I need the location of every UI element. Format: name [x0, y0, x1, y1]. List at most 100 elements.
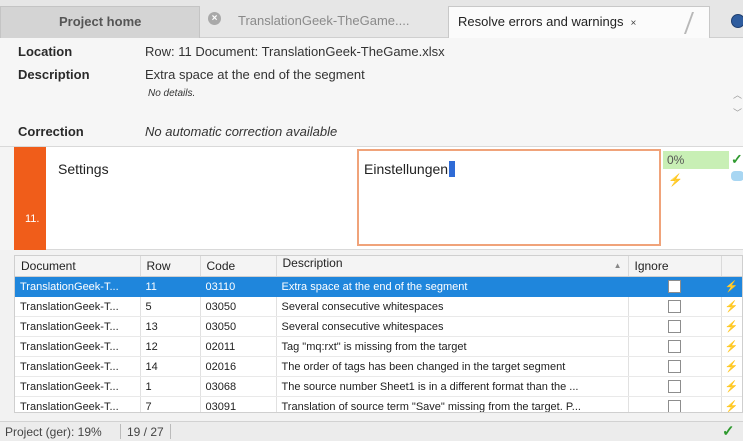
lightning-flag-icon: ⚡ [721, 276, 742, 297]
segment-count: 19 / 27 [127, 425, 164, 439]
tab-resolve-errors[interactable]: Resolve errors and warnings × [448, 6, 710, 38]
column-header-description-label: Description [282, 256, 343, 270]
correction-label: Correction [18, 124, 84, 139]
cell-code: 03091 [200, 396, 277, 412]
cell-description: The order of tags has been changed in th… [276, 356, 629, 377]
status-bar: Project (ger): 19% 19 / 27 ✓ [0, 421, 743, 441]
tab-resolve-label: Resolve errors and warnings [458, 14, 624, 29]
cell-description: The source number Sheet1 is in a differe… [276, 376, 629, 397]
ignore-checkbox[interactable] [668, 380, 681, 393]
close-icon[interactable]: × [630, 9, 636, 38]
cell-row: 1 [140, 376, 201, 397]
segment-gutter [0, 147, 14, 250]
cell-document: TranslationGeek-T... [15, 276, 141, 297]
cell-row: 7 [140, 396, 201, 412]
target-segment-editor[interactable]: Einstellungen [357, 149, 661, 246]
tab-project-home[interactable]: Project home [0, 6, 200, 38]
scroll-down-icon[interactable]: ﹀ [733, 106, 742, 119]
column-header-description[interactable]: Description ▲ [276, 256, 629, 277]
cell-ignore [628, 336, 722, 357]
comment-icon[interactable] [731, 171, 743, 181]
ignore-checkbox[interactable] [668, 280, 681, 293]
table-row[interactable]: TranslationGeek-T... 13 03050 Several conse… [15, 316, 742, 337]
cell-document: TranslationGeek-T... [15, 316, 141, 337]
cell-description: Extra space at the end of the segment [276, 276, 629, 297]
ignore-checkbox[interactable] [668, 360, 681, 373]
no-details-text: No details. [148, 88, 196, 99]
table-row[interactable]: TranslationGeek-T... 1 03068 The source num… [15, 376, 742, 397]
column-header-row[interactable]: Row [140, 256, 201, 277]
tab-document-label: TranslationGeek-TheGame.... [238, 13, 410, 28]
cell-code: 03110 [200, 276, 277, 297]
location-label: Location [18, 44, 73, 59]
text-caret [449, 161, 456, 177]
table-row[interactable]: TranslationGeek-T... 14 02016 The order of … [15, 356, 742, 377]
project-progress: Project (ger): 19% [5, 425, 102, 439]
cell-document: TranslationGeek-T... [15, 296, 141, 317]
lightning-flag-icon: ⚡ [721, 356, 742, 377]
cell-document: TranslationGeek-T... [15, 336, 141, 357]
lightning-flag-icon: ⚡ [721, 376, 742, 397]
lightning-flag-icon: ⚡ [668, 173, 683, 187]
scroll-up-icon[interactable]: ︿ [733, 88, 742, 101]
description-label: Description [18, 67, 90, 82]
target-segment-text[interactable]: Einstellungen [364, 161, 456, 177]
status-separator [170, 424, 171, 439]
help-icon[interactable] [731, 14, 743, 28]
ignore-checkbox[interactable] [668, 320, 681, 333]
errors-table: Document Row Code Description ▲ Ignore Tr… [14, 255, 743, 413]
cell-row: 12 [140, 336, 201, 357]
checkmark-icon[interactable]: ✓ [722, 422, 735, 440]
cell-document: TranslationGeek-T... [15, 396, 141, 412]
segment-status-bar [14, 147, 46, 250]
lightning-flag-icon: ⚡ [721, 336, 742, 357]
cell-ignore [628, 396, 722, 412]
ignore-checkbox[interactable] [668, 340, 681, 353]
status-separator [120, 424, 121, 439]
table-row[interactable]: TranslationGeek-T... 7 03091 Translation of… [15, 396, 742, 412]
table-row[interactable]: TranslationGeek-T... 5 03050 Several consec… [15, 296, 742, 317]
cell-ignore [628, 276, 722, 297]
segment-number: 11. [25, 213, 40, 225]
cell-description: Several consecutive whitespaces [276, 316, 629, 337]
sort-ascending-icon: ▲ [613, 261, 622, 270]
match-percentage: 0% [663, 151, 729, 169]
cell-code: 02011 [200, 336, 277, 357]
column-header-code[interactable]: Code [200, 256, 277, 277]
error-details-panel: Location Row: 11 Document: TranslationGe… [0, 38, 743, 146]
cell-row: 11 [140, 276, 201, 297]
cell-ignore [628, 376, 722, 397]
description-value: Extra space at the end of the segment [145, 67, 365, 82]
column-header-flag [721, 256, 742, 277]
cell-code: 03050 [200, 316, 277, 337]
lightning-flag-icon: ⚡ [721, 396, 742, 412]
source-segment[interactable]: Settings [58, 161, 109, 177]
checkmark-icon: ✓ [731, 151, 743, 167]
ignore-checkbox[interactable] [668, 400, 681, 412]
table-row[interactable]: TranslationGeek-T... 11 03110 Extra space a… [15, 276, 742, 297]
cell-ignore [628, 316, 722, 337]
cell-ignore [628, 296, 722, 317]
table-row[interactable]: TranslationGeek-T... 12 02011 Tag "mq:rxt" … [15, 336, 742, 357]
cell-row: 5 [140, 296, 201, 317]
cell-code: 03050 [200, 296, 277, 317]
cell-row: 14 [140, 356, 201, 377]
cell-description: Translation of source term "Save" missin… [276, 396, 629, 412]
ignore-checkbox[interactable] [668, 300, 681, 313]
tab-bar: Project home × TranslationGeek-TheGame..… [0, 0, 743, 38]
target-text: Einstellungen [364, 161, 449, 177]
cell-document: TranslationGeek-T... [15, 356, 141, 377]
cell-code: 02016 [200, 356, 277, 377]
cell-description: Tag "mq:rxt" is missing from the target [276, 336, 629, 357]
cell-document: TranslationGeek-T... [15, 376, 141, 397]
cell-row: 13 [140, 316, 201, 337]
column-header-document[interactable]: Document [15, 256, 141, 277]
tab-document[interactable]: TranslationGeek-TheGame.... [218, 6, 444, 38]
lightning-flag-icon: ⚡ [721, 316, 742, 337]
location-value: Row: 11 Document: TranslationGeek-TheGam… [145, 44, 445, 59]
table-header-row: Document Row Code Description ▲ Ignore [15, 256, 742, 277]
cell-description: Several consecutive whitespaces [276, 296, 629, 317]
cell-ignore [628, 356, 722, 377]
column-header-ignore[interactable]: Ignore [628, 256, 722, 277]
cell-code: 03068 [200, 376, 277, 397]
